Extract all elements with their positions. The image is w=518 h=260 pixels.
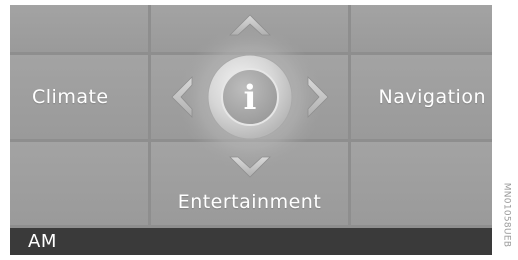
info-icon: i — [244, 78, 257, 118]
figure-code-text: MN01058UEB — [501, 182, 512, 248]
tile-top-right — [351, 5, 492, 52]
tile-bottom-right — [351, 142, 492, 225]
menu-item-climate[interactable]: Climate — [10, 55, 148, 139]
figure-code: MN01058UEB — [498, 175, 514, 255]
status-bar: AM — [10, 228, 492, 255]
idrive-display: Climate Navigation Entertainment i AM — [10, 5, 492, 255]
navigation-label: Navigation — [378, 86, 486, 108]
menu-item-navigation[interactable]: Navigation — [351, 55, 492, 139]
status-source: AM — [28, 231, 57, 252]
tile-bottom-left — [10, 142, 148, 225]
controller-graphic: i — [171, 14, 329, 178]
climate-label: Climate — [32, 86, 109, 108]
tile-top-left — [10, 5, 148, 52]
